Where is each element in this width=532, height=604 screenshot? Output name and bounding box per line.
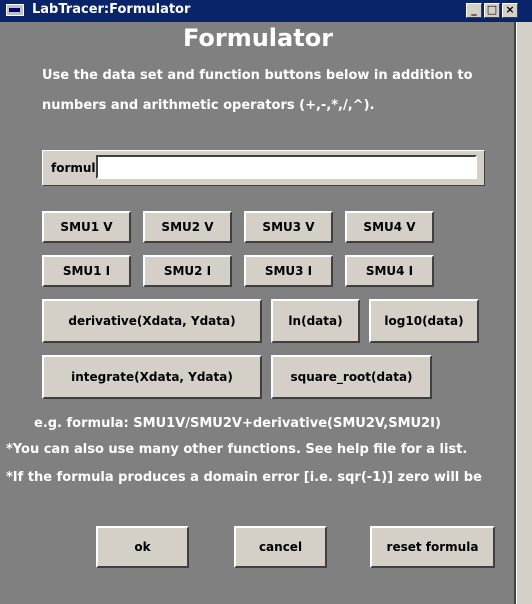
ln-button[interactable]: ln(data) — [271, 299, 360, 343]
formula-input[interactable] — [96, 155, 477, 179]
example-text: e.g. formula: SMU1V/SMU2V+derivative(SMU… — [34, 416, 441, 431]
smu1-v-button[interactable]: SMU1 V — [42, 211, 131, 243]
square-root-button[interactable]: square_root(data) — [271, 355, 432, 399]
smu2-v-button[interactable]: SMU2 V — [143, 211, 232, 243]
smu4-i-button[interactable]: SMU4 I — [345, 255, 434, 287]
vertical-scrollbar[interactable] — [516, 22, 532, 604]
smu3-v-button[interactable]: SMU3 V — [244, 211, 333, 243]
instructions-line-1: Use the data set and function buttons be… — [42, 68, 473, 83]
title-bar[interactable]: LabTracer:Formulator _ □ × — [0, 0, 532, 22]
integrate-button[interactable]: integrate(Xdata, Ydata) — [42, 355, 262, 399]
formula-group: formula: — [42, 150, 485, 186]
window-title: LabTracer:Formulator — [32, 2, 191, 17]
domain-error-note: *If the formula produces a domain error … — [6, 470, 482, 485]
smu4-v-button[interactable]: SMU4 V — [345, 211, 434, 243]
dialog-body: Formulator Use the data set and function… — [0, 22, 516, 604]
maximize-button[interactable]: □ — [484, 3, 500, 18]
instructions-line-2: numbers and arithmetic operators (+,-,*,… — [42, 98, 375, 113]
reset-formula-button[interactable]: reset formula — [370, 526, 495, 568]
smu3-i-button[interactable]: SMU3 I — [244, 255, 333, 287]
derivative-button[interactable]: derivative(Xdata, Ydata) — [42, 299, 262, 343]
log10-button[interactable]: log10(data) — [369, 299, 479, 343]
minimize-button[interactable]: _ — [466, 3, 482, 18]
smu1-i-button[interactable]: SMU1 I — [42, 255, 131, 287]
cancel-button[interactable]: cancel — [234, 526, 327, 568]
formulator-window: LabTracer:Formulator _ □ × Formulator Us… — [0, 0, 532, 604]
page-title: Formulator — [182, 24, 334, 52]
app-icon — [6, 4, 24, 16]
ok-button[interactable]: ok — [96, 526, 189, 568]
help-note: *You can also use many other functions. … — [6, 442, 468, 457]
smu2-i-button[interactable]: SMU2 I — [143, 255, 232, 287]
close-button[interactable]: × — [502, 3, 518, 18]
